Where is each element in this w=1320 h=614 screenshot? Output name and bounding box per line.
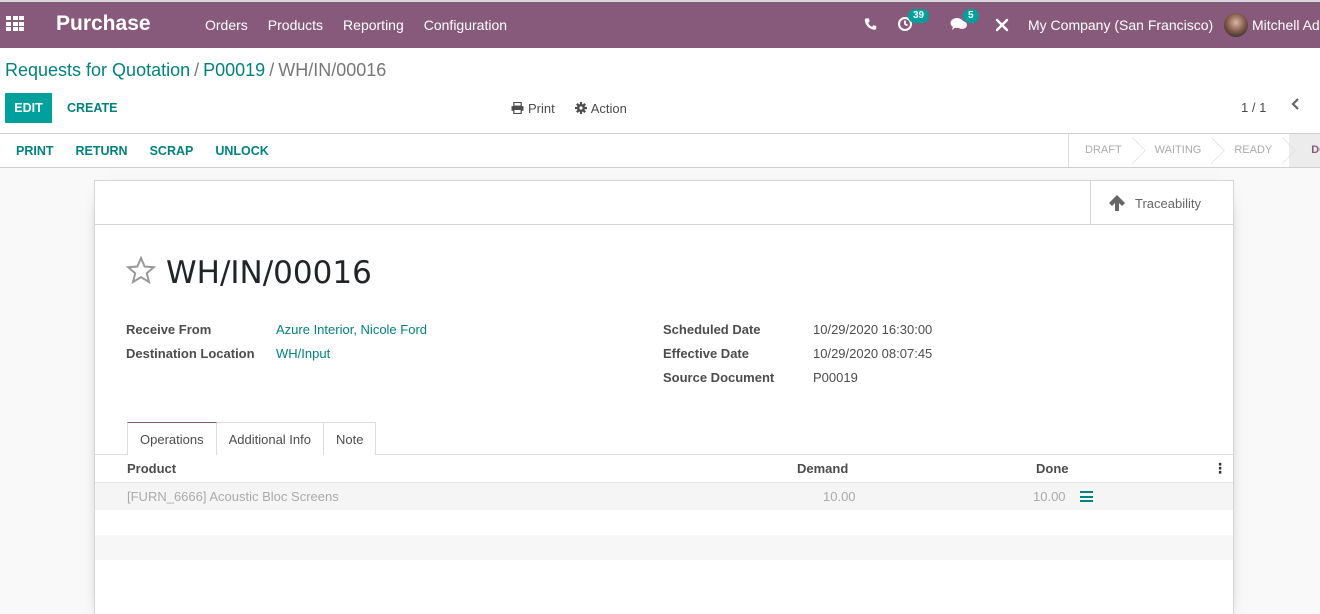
column-header-demand[interactable]: Demand	[797, 461, 848, 476]
header-buttons: PRINT RETURN SCRAP UNLOCK	[5, 134, 280, 167]
main-menu: Orders Products Reporting Configuration	[195, 17, 517, 33]
chevron-left-icon	[1291, 98, 1299, 110]
stage-draft[interactable]: DRAFT	[1069, 134, 1139, 167]
unlock-button[interactable]: UNLOCK	[204, 144, 279, 158]
pager-previous-button[interactable]	[1290, 97, 1300, 116]
apps-menu-icon[interactable]	[6, 16, 24, 32]
top-navbar: Purchase Orders Products Reporting Confi…	[0, 0, 1320, 48]
field-label: Effective Date	[663, 345, 749, 361]
messages-icon[interactable]: 5	[950, 9, 979, 36]
empty-row	[95, 510, 1233, 535]
stage-waiting[interactable]: WAITING	[1139, 134, 1219, 167]
field-scheduled-date: Scheduled Date 10/29/2020 16:30:00	[663, 317, 932, 341]
menu-item-orders[interactable]: Orders	[195, 17, 258, 33]
field-label: Source Document	[663, 369, 775, 385]
effective-date-value: 10/29/2020 08:07:45	[813, 345, 933, 361]
field-label: Receive From	[126, 321, 212, 337]
menu-item-products[interactable]: Products	[258, 17, 333, 33]
row-product: [FURN_6666] Acoustic Bloc Screens	[127, 489, 339, 504]
breadcrumb-po[interactable]: P00019	[203, 60, 265, 80]
activity-clock-icon[interactable]: 39	[897, 9, 930, 36]
field-effective-date: Effective Date 10/29/2020 08:07:45	[663, 341, 932, 365]
field-source-document: Source Document P00019	[663, 365, 932, 389]
tab-additional-info[interactable]: Additional Info	[216, 422, 324, 455]
title-row: WH/IN/00016	[125, 255, 372, 291]
field-label: Destination Location	[126, 345, 255, 361]
company-switcher[interactable]: My Company (San Francisco)	[1028, 17, 1213, 33]
return-button[interactable]: RETURN	[65, 144, 139, 158]
print-label: Print	[528, 100, 555, 116]
empty-row	[95, 535, 1233, 560]
breadcrumb-rfq[interactable]: Requests for Quotation	[5, 60, 190, 80]
tab-operations[interactable]: Operations	[127, 422, 217, 456]
field-receive-from: Receive From Azure Interior, Nicole Ford	[126, 317, 427, 341]
tools-icon[interactable]	[995, 18, 1009, 36]
action-dropdown[interactable]: Action	[574, 100, 627, 116]
breadcrumb-current: WH/IN/00016	[278, 60, 387, 80]
messages-count-badge: 5	[963, 9, 979, 23]
record-title: WH/IN/00016	[166, 255, 372, 291]
print-button[interactable]: PRINT	[5, 144, 65, 158]
create-button[interactable]: CREATE	[67, 93, 117, 123]
right-field-group: Scheduled Date 10/29/2020 16:30:00 Effec…	[663, 317, 932, 389]
traceability-label: Traceability	[1135, 195, 1201, 211]
field-label: Scheduled Date	[663, 321, 761, 337]
action-label: Action	[590, 100, 627, 116]
stage-pipeline: DRAFT WAITING READY DONE	[1068, 134, 1320, 167]
phone-icon[interactable]	[864, 17, 877, 35]
row-done: 10.00	[1033, 489, 1066, 504]
user-avatar[interactable]	[1224, 13, 1248, 37]
status-bar: PRINT RETURN SCRAP UNLOCK DRAFT WAITING …	[0, 134, 1320, 168]
breadcrumb-separator: /	[269, 60, 275, 80]
optional-columns-icon[interactable]: ⋮	[1213, 460, 1227, 477]
source-document-value: P00019	[813, 369, 858, 385]
control-panel: Requests for Quotation / P00019/WH/IN/0001…	[0, 48, 1320, 134]
stage-ready[interactable]: READY	[1218, 134, 1289, 167]
sidebar-actions: Print Action	[511, 93, 627, 123]
print-dropdown[interactable]: Print	[511, 101, 555, 116]
destination-location-link[interactable]: WH/Input	[276, 346, 330, 361]
breadcrumb-separator: /	[194, 60, 200, 80]
pager-value[interactable]: 1 / 1	[1241, 100, 1266, 115]
activity-count-badge: 39	[908, 9, 930, 23]
scrap-button[interactable]: SCRAP	[139, 144, 205, 158]
form-sheet: Traceability WH/IN/00016 Receive From Az…	[94, 180, 1234, 614]
breadcrumb: Requests for Quotation / P00019/WH/IN/0001…	[5, 60, 386, 81]
left-field-group: Receive From Azure Interior, Nicole Ford…	[126, 317, 427, 365]
smart-button-box: Traceability	[95, 181, 1233, 225]
scheduled-date-value: 10/29/2020 16:30:00	[813, 321, 933, 337]
notebook-tabs: Operations Additional Info Note	[127, 422, 377, 456]
detailed-operations-icon[interactable]	[1080, 491, 1093, 502]
menu-item-reporting[interactable]: Reporting	[333, 17, 414, 33]
row-demand: 10.00	[823, 489, 856, 504]
column-header-product[interactable]: Product	[127, 461, 176, 476]
gear-icon	[574, 102, 587, 114]
edit-button[interactable]: EDIT	[5, 93, 52, 123]
print-icon	[511, 102, 524, 114]
table-row[interactable]: [FURN_6666] Acoustic Bloc Screens 10.00 …	[95, 483, 1233, 510]
traceability-button[interactable]: Traceability	[1090, 181, 1233, 225]
app-name: Purchase	[56, 12, 151, 35]
arrow-up-icon	[1109, 195, 1125, 211]
tab-note[interactable]: Note	[324, 422, 377, 455]
field-destination-location: Destination Location WH/Input	[126, 341, 427, 365]
receive-from-link[interactable]: Azure Interior, Nicole Ford	[276, 322, 427, 337]
user-menu[interactable]: Mitchell Admin	[1252, 17, 1320, 33]
operations-table-header: Product Demand Done ⋮	[95, 455, 1233, 483]
menu-item-configuration[interactable]: Configuration	[414, 17, 517, 33]
star-icon[interactable]	[125, 255, 157, 290]
column-header-done[interactable]: Done	[1036, 461, 1069, 476]
